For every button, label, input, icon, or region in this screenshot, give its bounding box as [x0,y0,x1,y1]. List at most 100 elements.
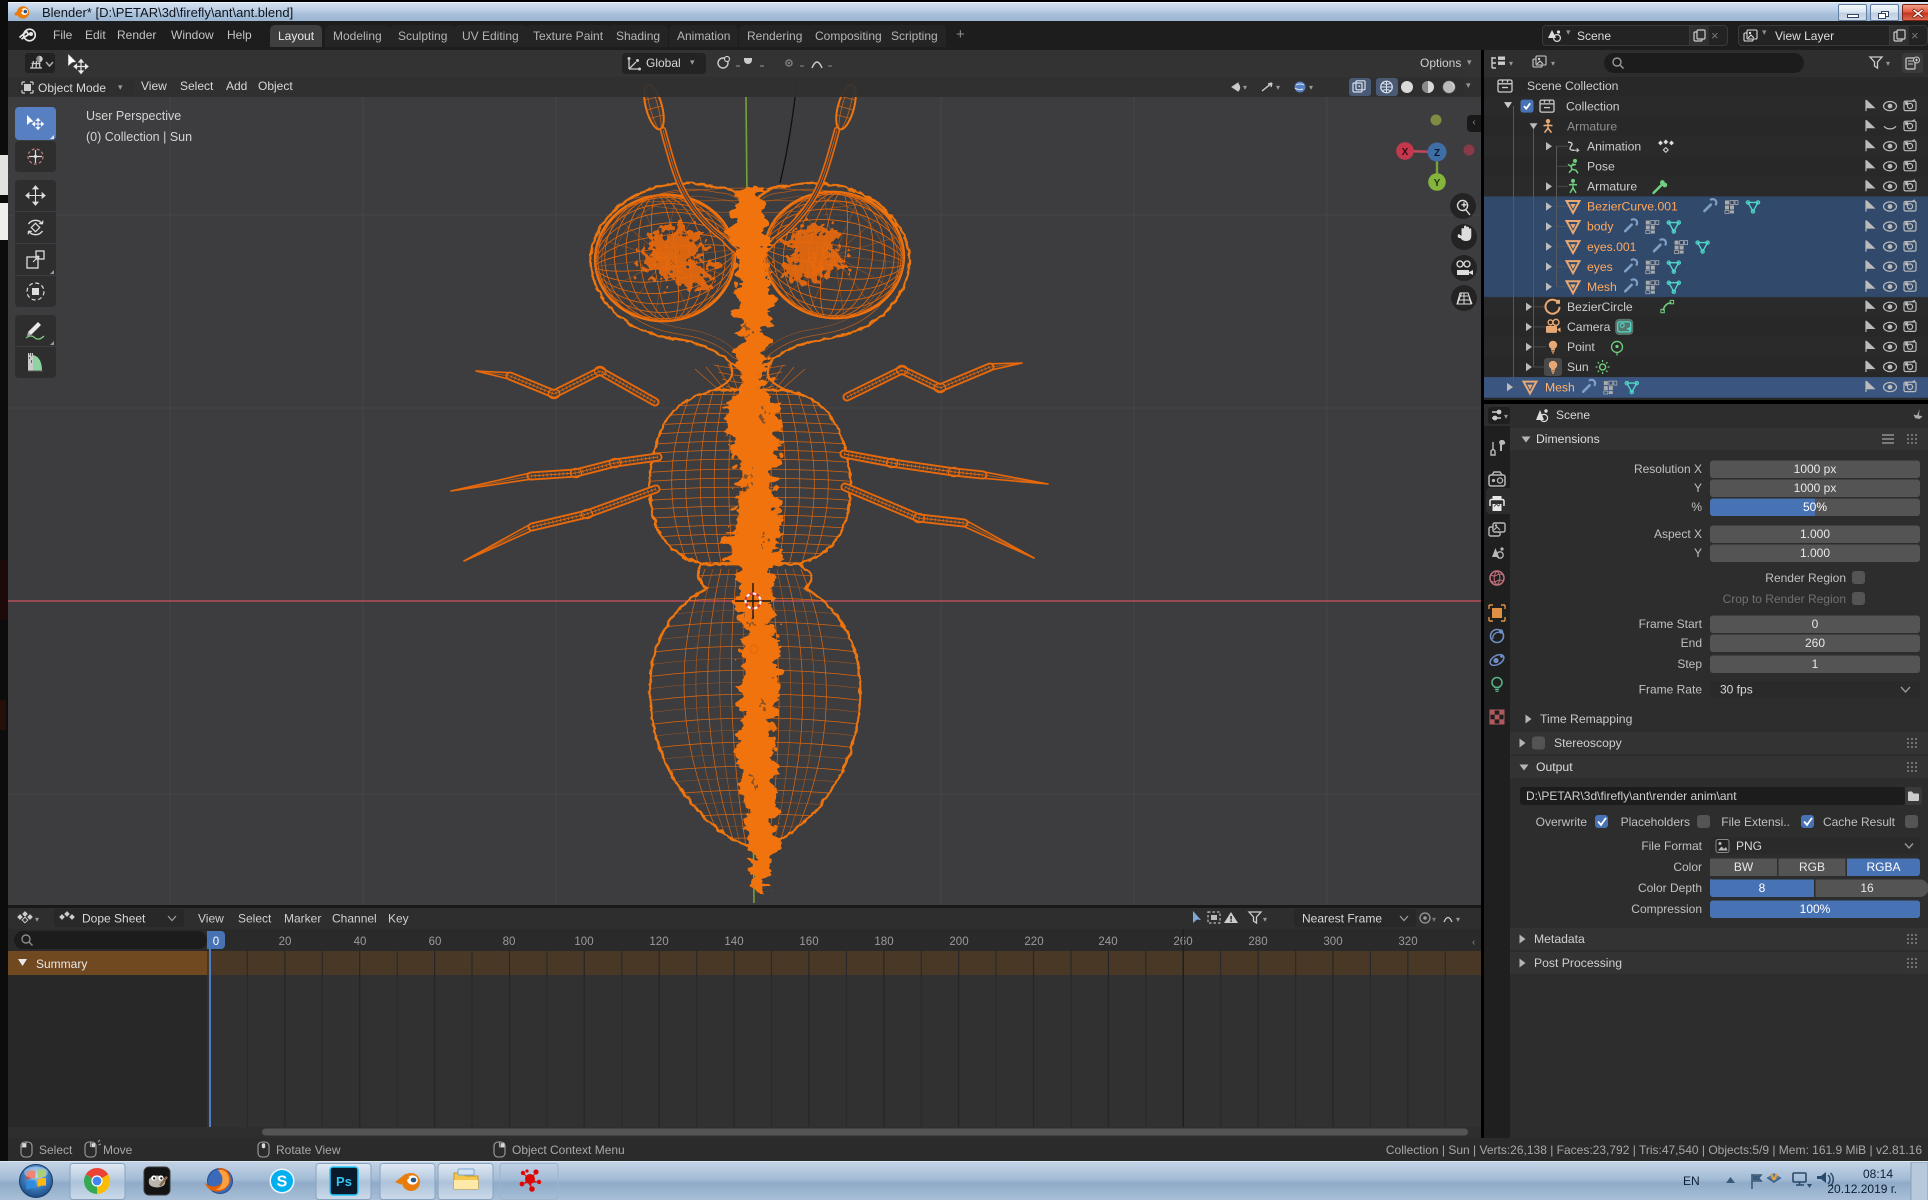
svg-text:Armature: Armature [1587,180,1637,194]
svg-text:Scene Collection: Scene Collection [1527,79,1618,93]
svg-text:body: body [1587,220,1614,234]
svg-text:EN: EN [1683,1174,1700,1188]
svg-text:08:14: 08:14 [1863,1167,1893,1181]
svg-text:120: 120 [649,936,668,948]
svg-text:BezierCircle: BezierCircle [1567,300,1633,314]
svg-text:eyes: eyes [1587,260,1613,274]
svg-text:140: 140 [724,936,743,948]
svg-text:160: 160 [799,936,818,948]
svg-text:220: 220 [1024,936,1043,948]
svg-text:Point: Point [1567,340,1595,354]
svg-text:Overwrite: Overwrite [1536,815,1588,829]
svg-text:Output: Output [1536,760,1573,774]
svg-text:▾: ▾ [1243,83,1247,92]
svg-text:File Format: File Format [1641,839,1702,853]
svg-text:X: X [1402,147,1409,158]
svg-text:1.000: 1.000 [1800,527,1830,541]
svg-text:Metadata: Metadata [1534,932,1585,946]
svg-text:Resolution X: Resolution X [1634,462,1702,476]
svg-text:▾: ▾ [1263,915,1267,924]
svg-text:Object Context Menu: Object Context Menu [512,1143,625,1157]
svg-text:20: 20 [279,936,292,948]
svg-text:Crop to Render Region: Crop to Render Region [1723,592,1846,606]
svg-text:180: 180 [874,936,893,948]
svg-text:▾: ▾ [1309,83,1313,92]
svg-text:200: 200 [949,936,968,948]
svg-text:Step: Step [1677,657,1702,671]
svg-text:Animation: Animation [1587,139,1641,153]
svg-text:320: 320 [1398,936,1417,948]
svg-text:▾: ▾ [1432,915,1436,924]
svg-text:1000 px: 1000 px [1794,481,1837,495]
svg-text:Y: Y [1694,546,1702,560]
svg-text:Aspect X: Aspect X [1654,527,1702,541]
svg-text:Placeholders: Placeholders [1621,815,1690,829]
svg-text:Render Region: Render Region [1765,571,1846,585]
svg-text:Mesh: Mesh [1587,280,1617,294]
svg-text:Dimensions: Dimensions [1536,432,1600,446]
svg-text:240: 240 [1098,936,1117,948]
svg-text:Summary: Summary [36,957,87,971]
svg-text:40: 40 [354,936,367,948]
svg-text:100%: 100% [1800,902,1831,916]
svg-text:eyes.001: eyes.001 [1587,240,1637,254]
svg-text:Frame Start: Frame Start [1639,617,1703,631]
svg-text:BW: BW [1734,860,1754,874]
svg-text:Mesh: Mesh [1545,380,1575,394]
svg-text:Select: Select [39,1143,73,1157]
svg-text:100: 100 [574,936,593,948]
svg-text:▾: ▾ [1504,412,1508,421]
svg-text:Z: Z [1434,148,1440,159]
svg-text:Compression: Compression [1631,902,1702,916]
svg-text:BezierCurve.001: BezierCurve.001 [1587,200,1678,214]
svg-text:Y: Y [1434,178,1441,189]
svg-text:60: 60 [429,936,442,948]
svg-text:1.000: 1.000 [1800,546,1830,560]
svg-text:%: % [1691,500,1702,514]
svg-text:Stereoscopy: Stereoscopy [1554,736,1623,750]
svg-text:8: 8 [1759,881,1766,895]
svg-text:Pose: Pose [1587,160,1615,174]
svg-text:1: 1 [1812,657,1819,671]
svg-text:0: 0 [1812,617,1819,631]
svg-text:50%: 50% [1803,500,1827,514]
svg-text:▾: ▾ [1886,59,1890,68]
svg-text:Sun: Sun [1567,360,1589,374]
svg-text:Time Remapping: Time Remapping [1540,712,1632,726]
svg-text:Color: Color [1673,860,1702,874]
svg-text:▾: ▾ [1276,83,1280,92]
svg-text:Scene: Scene [1556,408,1590,422]
svg-text:Marker: Marker [284,912,321,926]
svg-text:Dope Sheet: Dope Sheet [82,912,146,926]
svg-text:S: S [277,1174,288,1191]
svg-text:Color Depth: Color Depth [1638,881,1702,895]
svg-text:Move: Move [103,1143,133,1157]
svg-text:30 fps: 30 fps [1720,683,1753,697]
svg-text:Frame Rate: Frame Rate [1639,683,1703,697]
svg-text:260: 260 [1805,636,1825,650]
svg-text:280: 280 [1248,936,1267,948]
svg-text:80: 80 [503,936,516,948]
svg-text:Post Processing: Post Processing [1534,956,1622,970]
svg-text:1000 px: 1000 px [1794,462,1837,476]
svg-text:▾: ▾ [35,915,39,924]
svg-text:‹: ‹ [1472,937,1475,948]
svg-text:Rotate View: Rotate View [276,1143,341,1157]
svg-text:20.12.2019 г.: 20.12.2019 г. [1827,1182,1897,1196]
svg-text:Ps: Ps [336,1174,352,1189]
svg-text:Collection: Collection [1566,99,1620,113]
svg-text:D:\PETAR\3d\firefly\ant\render: D:\PETAR\3d\firefly\ant\render anim\ant [1526,789,1737,803]
svg-text:View: View [198,912,224,926]
svg-text:Camera: Camera [1567,320,1611,334]
svg-text:Nearest Frame: Nearest Frame [1302,912,1382,926]
svg-text:Cache Result: Cache Result [1823,815,1896,829]
svg-text:RGBA: RGBA [1866,860,1900,874]
svg-text:16: 16 [1860,881,1874,895]
svg-text:▾: ▾ [1456,915,1460,924]
svg-text:▾: ▾ [1551,59,1555,68]
svg-text:▾: ▾ [1509,59,1513,68]
svg-text:300: 300 [1323,936,1342,948]
svg-text:Collection | Sun | Verts:26,13: Collection | Sun | Verts:26,138 | Faces:… [1386,1143,1922,1157]
svg-text:Y: Y [1694,481,1702,495]
svg-text:Key: Key [388,912,409,926]
